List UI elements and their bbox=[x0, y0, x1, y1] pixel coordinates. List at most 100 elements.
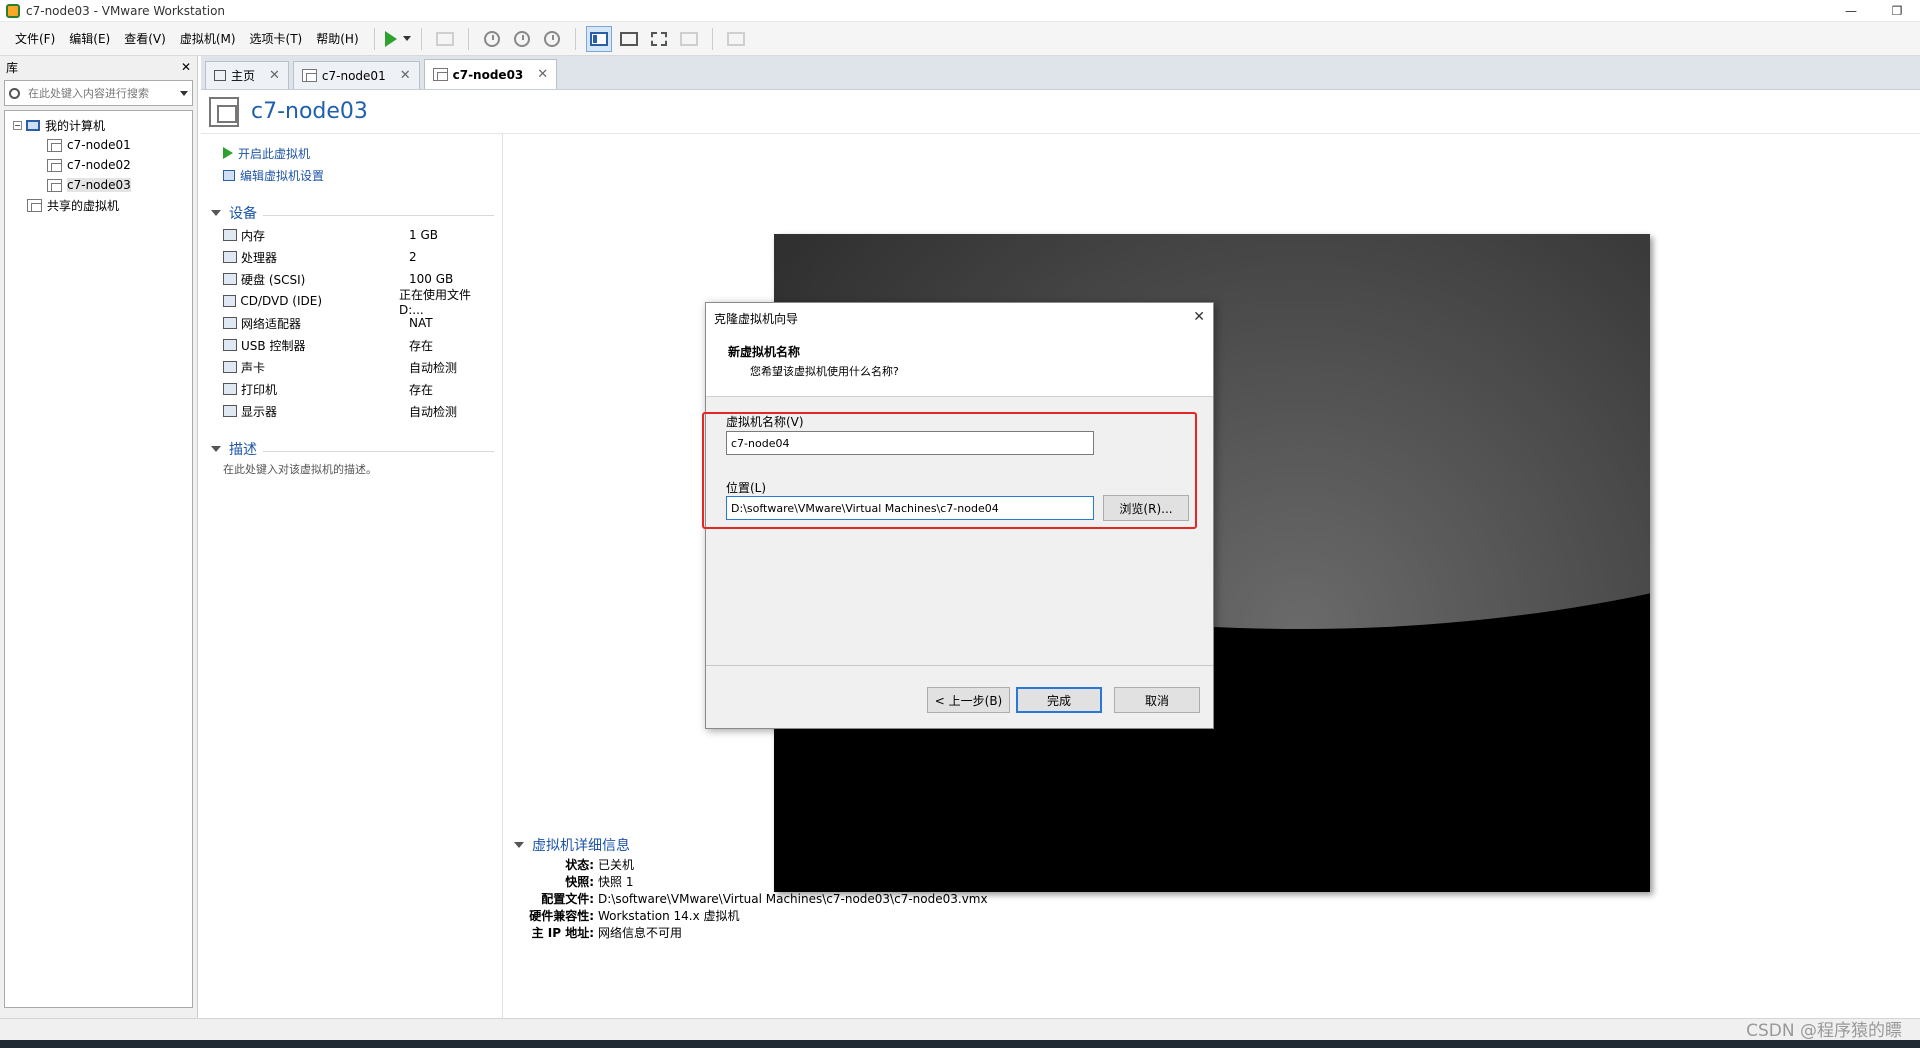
vm-icon bbox=[301, 69, 317, 82]
tab-bar: 主页 ✕ c7-node01 ✕ c7-node03 ✕ bbox=[201, 56, 1920, 90]
detail-row: 主 IP 地址: 网络信息不可用 bbox=[531, 926, 683, 940]
device-row-sound[interactable]: 声卡 自动检测 bbox=[211, 356, 494, 378]
vm-icon bbox=[47, 178, 62, 192]
tree-item-vm[interactable]: c7-node02 bbox=[5, 155, 192, 175]
computer-icon bbox=[26, 119, 40, 131]
console-view-button[interactable] bbox=[723, 26, 749, 52]
devices-section-header[interactable]: 设备 bbox=[211, 202, 494, 224]
menu-edit[interactable]: 编辑(E) bbox=[62, 27, 117, 51]
vm-details: 虚拟机详细信息 状态: 已关机 快照: 快照 1 配置文件: D:\software\… bbox=[514, 834, 1514, 941]
processor-icon bbox=[223, 251, 237, 263]
show-library-button[interactable] bbox=[585, 25, 612, 52]
dialog-heading: 新虚拟机名称 bbox=[728, 345, 801, 359]
send-ctrl-alt-del-button[interactable] bbox=[432, 26, 458, 52]
tree-label: 我的计算机 bbox=[45, 118, 106, 133]
speaker-icon bbox=[223, 361, 237, 373]
restore-button[interactable]: ❐ bbox=[1874, 0, 1920, 22]
tab-home[interactable]: 主页 ✕ bbox=[205, 61, 289, 89]
vm-icon bbox=[47, 138, 62, 152]
vm-icon bbox=[47, 158, 62, 172]
back-button[interactable]: < 上一步(B) bbox=[927, 687, 1010, 713]
location-label: 位置(L) bbox=[726, 481, 767, 495]
thumbnail-view-icon bbox=[619, 31, 638, 46]
edit-vm-settings-link[interactable]: 编辑虚拟机设置 bbox=[211, 164, 494, 186]
device-row-memory[interactable]: 内存 1 GB bbox=[211, 224, 494, 246]
take-snapshot-button[interactable] bbox=[479, 26, 505, 52]
full-screen-button[interactable] bbox=[646, 26, 672, 52]
tree-label: c7-node02 bbox=[67, 158, 131, 172]
minimize-button[interactable]: — bbox=[1828, 0, 1874, 22]
browse-button[interactable]: 浏览(R)... bbox=[1103, 495, 1189, 521]
description-section-header[interactable]: 描述 bbox=[211, 438, 494, 460]
tree-item-vm[interactable]: c7-node01 bbox=[5, 135, 192, 155]
section-title: 设备 bbox=[229, 206, 257, 222]
menu-view[interactable]: 查看(V) bbox=[117, 27, 173, 51]
close-icon[interactable]: ✕ bbox=[400, 68, 411, 83]
clone-vm-wizard-dialog: 克隆虚拟机向导 ✕ 新虚拟机名称 您希望该虚拟机使用什么名称? 虚拟机名称(V)… bbox=[702, 302, 1214, 729]
device-row-cd-dvd[interactable]: CD/DVD (IDE) 正在使用文件 D:... bbox=[211, 288, 494, 317]
tree-item-shared-vms[interactable]: 共享的虚拟机 bbox=[5, 195, 192, 215]
usb-icon bbox=[223, 339, 237, 351]
chevron-down-icon[interactable] bbox=[180, 90, 188, 96]
menu-vm[interactable]: 虚拟机(M) bbox=[173, 27, 243, 51]
window-title: c7-node03 - VMware Workstation bbox=[26, 3, 226, 18]
library-search-input[interactable]: 在此处键入内容进行搜索 bbox=[4, 80, 193, 106]
watermark: CSDN @程序猿的瞟 bbox=[1746, 1021, 1902, 1041]
device-row-display[interactable]: 显示器 自动检测 bbox=[211, 400, 494, 422]
snapshot-manager-icon bbox=[543, 30, 560, 47]
tab-c7-node01[interactable]: c7-node01 ✕ bbox=[292, 61, 420, 89]
detail-row: 状态: 已关机 bbox=[565, 858, 635, 872]
full-screen-icon bbox=[650, 31, 667, 46]
unity-icon bbox=[679, 31, 698, 46]
device-row-usb[interactable]: USB 控制器 存在 bbox=[211, 334, 494, 356]
menu-file[interactable]: 文件(F) bbox=[8, 27, 62, 51]
dialog-header: 新虚拟机名称 您希望该虚拟机使用什么名称? bbox=[706, 333, 1213, 397]
library-panel: 库 ✕ 在此处键入内容进行搜索 − 我的计算机 c7-node01 c7-nod… bbox=[0, 56, 198, 1018]
menu-help[interactable]: 帮助(H) bbox=[309, 27, 365, 51]
menu-tabs[interactable]: 选项卡(T) bbox=[243, 27, 310, 51]
memory-icon bbox=[223, 229, 237, 241]
revert-snapshot-button[interactable] bbox=[509, 26, 535, 52]
collapse-triangle-icon bbox=[211, 446, 221, 452]
finish-button[interactable]: 完成 bbox=[1016, 687, 1102, 713]
dialog-title: 克隆虚拟机向导 bbox=[714, 311, 799, 326]
menu-bar: 文件(F) 编辑(E) 查看(V) 虚拟机(M) 选项卡(T) 帮助(H) bbox=[0, 22, 1920, 56]
location-input[interactable] bbox=[726, 496, 1094, 520]
collapse-icon[interactable]: − bbox=[13, 120, 22, 130]
collapse-triangle-icon bbox=[211, 210, 221, 216]
power-on-vm-link[interactable]: 开启此虚拟机 bbox=[211, 142, 494, 164]
library-view-icon bbox=[589, 31, 608, 46]
settings-icon bbox=[223, 169, 235, 181]
description-input[interactable]: 在此处键入对该虚拟机的描述。 bbox=[211, 460, 494, 480]
vm-summary-panel: 开启此虚拟机 编辑虚拟机设置 设备 内存 1 GB 处理器 2 硬盘 (SCSI) 1… bbox=[201, 134, 503, 1018]
vm-header: c7-node03 bbox=[201, 90, 1920, 134]
device-row-printer[interactable]: 打印机 存在 bbox=[211, 378, 494, 400]
close-icon[interactable]: ✕ bbox=[269, 68, 280, 83]
tree-item-vm[interactable]: c7-node03 bbox=[5, 175, 192, 195]
snapshot-manager-button[interactable] bbox=[539, 26, 565, 52]
library-close-icon[interactable]: ✕ bbox=[181, 60, 191, 74]
vmware-app-icon bbox=[6, 3, 20, 18]
tree-item-my-computer[interactable]: − 我的计算机 bbox=[5, 115, 192, 135]
tab-label: c7-node01 bbox=[321, 68, 386, 83]
vm-name-input[interactable] bbox=[726, 431, 1094, 455]
device-row-processor[interactable]: 处理器 2 bbox=[211, 246, 494, 268]
power-on-button[interactable] bbox=[384, 26, 411, 52]
network-adapter-icon bbox=[223, 317, 237, 329]
monitor-icon bbox=[223, 405, 237, 417]
detail-row: 快照: 快照 1 bbox=[565, 875, 634, 889]
shared-vm-icon bbox=[27, 198, 42, 212]
section-title: 虚拟机详细信息 bbox=[532, 838, 630, 854]
details-section-header[interactable]: 虚拟机详细信息 bbox=[514, 834, 1514, 856]
search-placeholder: 在此处键入内容进行搜索 bbox=[28, 87, 149, 100]
cancel-button[interactable]: 取消 bbox=[1114, 687, 1200, 713]
unity-button[interactable] bbox=[676, 26, 702, 52]
vm-title: c7-node03 bbox=[251, 99, 368, 124]
close-icon[interactable]: ✕ bbox=[1193, 309, 1205, 325]
hard-disk-icon bbox=[223, 273, 237, 285]
tab-c7-node03[interactable]: c7-node03 ✕ bbox=[423, 59, 558, 89]
show-thumbnail-button[interactable] bbox=[616, 26, 642, 52]
detail-row: 硬件兼容性: Workstation 14.x 虚拟机 bbox=[529, 909, 740, 923]
vm-name-label: 虚拟机名称(V) bbox=[726, 415, 804, 429]
close-icon[interactable]: ✕ bbox=[537, 67, 548, 82]
